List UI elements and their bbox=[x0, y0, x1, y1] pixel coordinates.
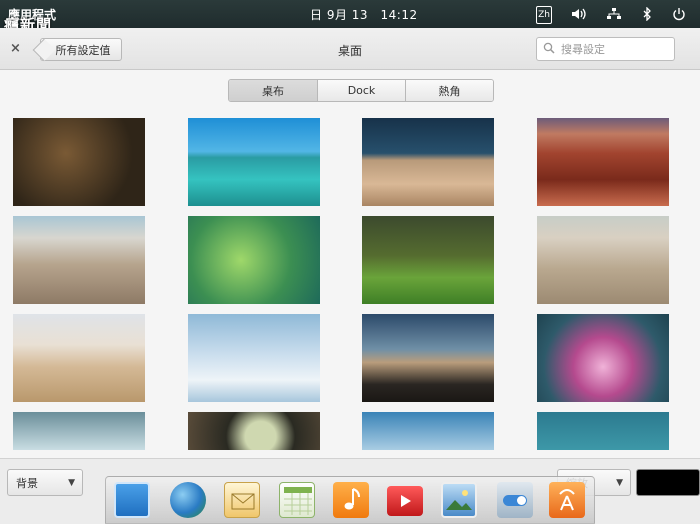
web-browser-icon[interactable] bbox=[170, 482, 206, 518]
settings-icon[interactable] bbox=[497, 482, 533, 518]
datetime-indicator[interactable]: 日 9月 13 14:12 bbox=[310, 6, 418, 23]
search-placeholder: 搜尋設定 bbox=[561, 43, 605, 56]
mode-wallpaper[interactable]: 桌布 bbox=[229, 80, 317, 101]
input-method-indicator[interactable]: Zh bbox=[536, 6, 552, 24]
wallpaper-thumbnail[interactable] bbox=[537, 216, 669, 304]
header-bar: × 所有設定值 桌面 搜尋設定 bbox=[0, 28, 700, 70]
appcenter-icon[interactable] bbox=[549, 482, 585, 518]
wallpaper-thumbnail[interactable] bbox=[537, 412, 669, 450]
mode-switcher: 桌布 Dock 熱角 bbox=[228, 79, 494, 102]
mode-dock[interactable]: Dock bbox=[317, 80, 405, 101]
bluetooth-icon[interactable] bbox=[640, 5, 654, 23]
video-icon[interactable] bbox=[387, 486, 423, 516]
wallpaper-thumbnail[interactable] bbox=[362, 412, 494, 450]
wallpaper-type-value: 背景 bbox=[16, 476, 38, 490]
top-panel: 應用程式 日 9月 13 14:12 Zh 癮新聞 bbox=[0, 0, 700, 34]
wallpaper-thumbnail[interactable] bbox=[188, 216, 320, 304]
wallpaper-thumbnail[interactable] bbox=[362, 314, 494, 402]
wallpaper-thumbnail[interactable] bbox=[188, 118, 320, 206]
network-icon[interactable] bbox=[605, 5, 623, 23]
wallpaper-thumbnail[interactable] bbox=[537, 118, 669, 206]
wallpaper-thumbnail[interactable] bbox=[362, 216, 494, 304]
wallpaper-thumbnail[interactable] bbox=[188, 314, 320, 402]
wallpaper-thumbnail[interactable] bbox=[13, 216, 145, 304]
wallpaper-thumbnail[interactable] bbox=[188, 412, 320, 450]
search-icon bbox=[543, 42, 555, 57]
photos-icon[interactable] bbox=[441, 482, 477, 518]
chevron-down-icon: ▼ bbox=[68, 478, 75, 488]
calendar-icon[interactable] bbox=[279, 482, 315, 518]
search-input[interactable]: 搜尋設定 bbox=[536, 37, 675, 61]
music-icon[interactable] bbox=[333, 482, 369, 518]
wallpaper-thumbnail[interactable] bbox=[13, 314, 145, 402]
color-picker-button[interactable] bbox=[636, 469, 700, 496]
wallpaper-type-combo[interactable]: 背景 ▼ bbox=[7, 469, 83, 496]
mail-icon[interactable] bbox=[224, 482, 260, 518]
wallpaper-thumbnail[interactable] bbox=[13, 118, 145, 206]
wallpaper-thumbnail[interactable] bbox=[537, 314, 669, 402]
volume-icon[interactable] bbox=[570, 5, 588, 23]
chevron-down-icon: ▼ bbox=[616, 478, 623, 488]
wallpaper-thumbnail[interactable] bbox=[13, 412, 145, 450]
multitasking-view-icon[interactable] bbox=[114, 482, 150, 518]
mode-hot-corners[interactable]: 熱角 bbox=[405, 80, 493, 101]
power-icon[interactable] bbox=[671, 5, 687, 23]
wallpaper-thumbnail[interactable] bbox=[362, 118, 494, 206]
